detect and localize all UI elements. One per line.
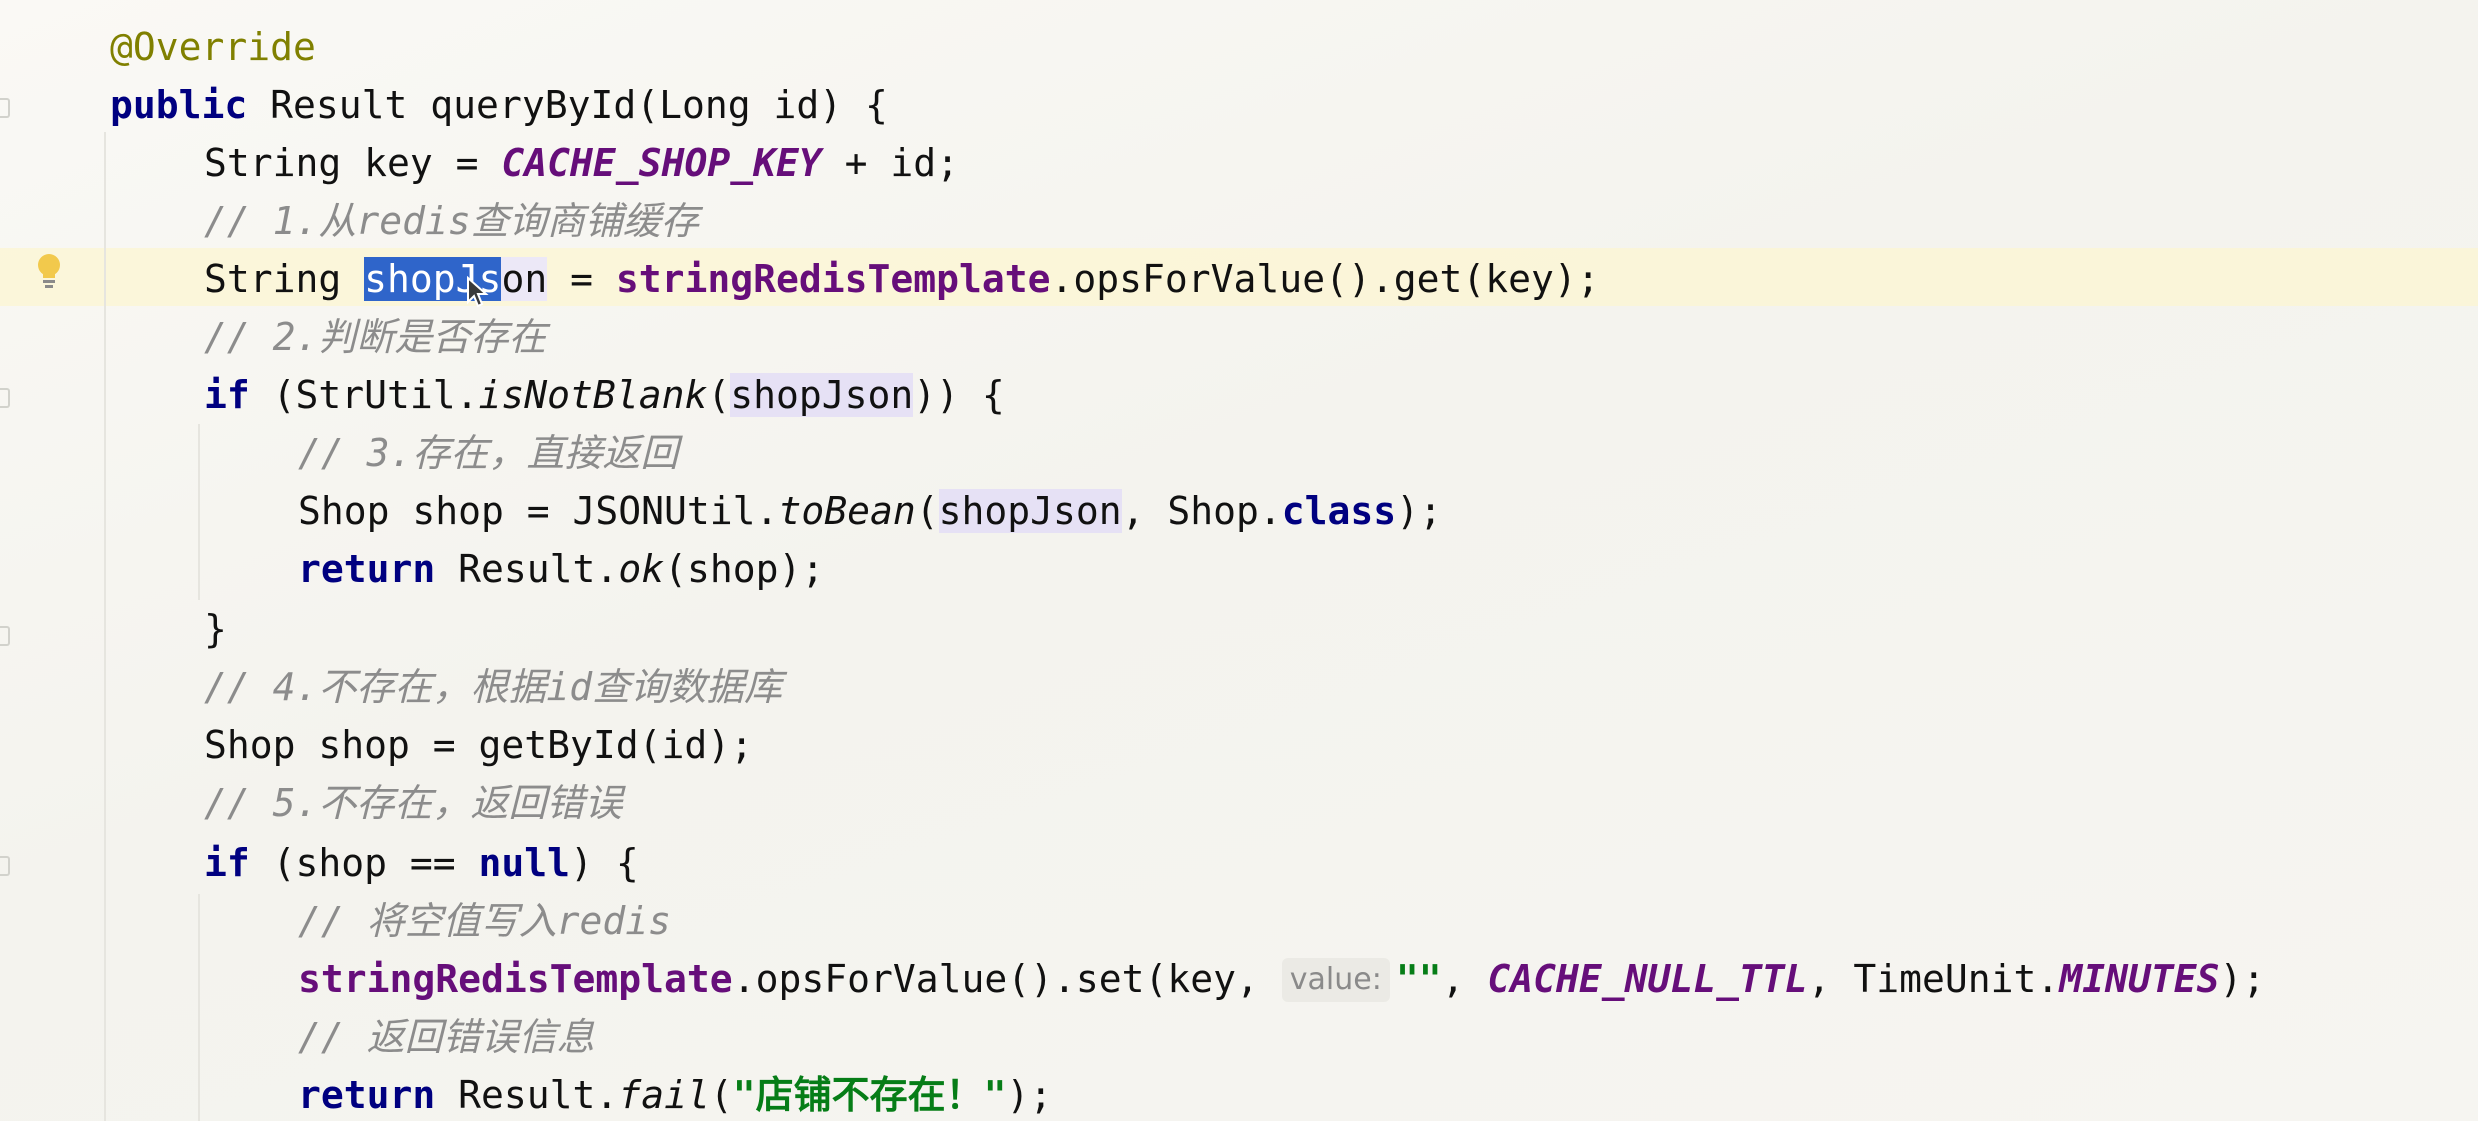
code-line-7[interactable]: if (StrUtil.isNotBlank(shopJson)) { xyxy=(204,366,1005,424)
comment-token: // 将空值写入redis xyxy=(298,899,672,943)
keyword-token: if xyxy=(204,841,250,885)
code-line-18[interactable]: // 返回错误信息 xyxy=(298,1008,595,1066)
indent-guide xyxy=(198,894,200,1121)
code-text: ( xyxy=(915,489,939,533)
code-text: Result. xyxy=(435,1073,619,1117)
comment-token: // 2.判断是否存在 xyxy=(204,315,547,359)
code-line-10[interactable]: return Result.ok(shop); xyxy=(298,540,824,598)
code-text: )) { xyxy=(913,373,1005,417)
keyword-token: public xyxy=(110,83,248,127)
fold-marker-icon[interactable] xyxy=(0,388,10,408)
code-line-9[interactable]: Shop shop = JSONUtil.toBean(shopJson, Sh… xyxy=(298,482,1442,540)
code-line-2[interactable]: public Result queryById(Long id) { xyxy=(110,76,888,134)
code-text: (shop == xyxy=(249,841,479,885)
code-line-16[interactable]: // 将空值写入redis xyxy=(298,892,671,950)
field-token: stringRedisTemplate xyxy=(615,257,1051,301)
code-line-19[interactable]: return Result.fail("店铺不存在！"); xyxy=(298,1066,1052,1121)
fold-marker-icon[interactable] xyxy=(0,626,10,646)
usage-highlight: shopJson xyxy=(938,489,1122,533)
code-text: ( xyxy=(709,1073,733,1117)
fold-marker-icon[interactable] xyxy=(0,98,10,118)
code-text: ); xyxy=(1006,1073,1053,1117)
constant-token: CACHE_NULL_TTL xyxy=(1487,957,1808,1001)
code-line-13[interactable]: Shop shop = getById(id); xyxy=(204,716,753,774)
indent-guide xyxy=(198,424,200,600)
code-line-6[interactable]: // 2.判断是否存在 xyxy=(204,308,546,366)
code-editor[interactable]: @Override public Result queryById(Long i… xyxy=(0,0,2478,1121)
code-line-14[interactable]: // 5.不存在，返回错误 xyxy=(204,774,622,832)
code-text: ) { xyxy=(570,841,639,885)
code-line-11[interactable]: } xyxy=(204,600,227,658)
code-text: , xyxy=(1441,957,1488,1001)
keyword-token: class xyxy=(1281,489,1397,533)
editor-gutter xyxy=(0,0,60,1121)
code-text: + id; xyxy=(821,141,959,185)
comment-token: // 4.不存在，根据id查询数据库 xyxy=(204,665,783,709)
constant-token: MINUTES xyxy=(2059,957,2220,1001)
code-text: ( xyxy=(707,373,731,417)
code-line-12[interactable]: // 4.不存在，根据id查询数据库 xyxy=(204,658,782,716)
code-text: Result queryById(Long id) { xyxy=(247,83,888,127)
code-line-1[interactable]: @Override xyxy=(110,18,316,76)
parameter-hint: value: xyxy=(1281,958,1390,1002)
comment-token: // 3.存在，直接返回 xyxy=(298,431,679,475)
string-token: "店铺不存在！" xyxy=(732,1073,1007,1117)
fold-marker-icon[interactable] xyxy=(0,856,10,876)
lightbulb-icon[interactable] xyxy=(34,252,64,292)
constant-token: CACHE_SHOP_KEY xyxy=(501,141,822,185)
indent-guide xyxy=(104,132,106,1121)
keyword-token: return xyxy=(298,547,436,591)
code-text: Result. xyxy=(435,547,619,591)
string-token: "" xyxy=(1395,957,1442,1001)
field-token: stringRedisTemplate xyxy=(298,957,733,1001)
static-method-token: fail xyxy=(618,1073,710,1117)
code-text: (StrUtil. xyxy=(249,373,479,417)
keyword-token: null xyxy=(478,841,571,885)
code-line-5[interactable]: String shopJson = stringRedisTemplate.op… xyxy=(204,250,1600,308)
comment-token: // 1.从redis查询商铺缓存 xyxy=(204,199,699,243)
code-line-3[interactable]: String key = CACHE_SHOP_KEY + id; xyxy=(204,134,959,192)
usage-highlight: shopJson xyxy=(730,373,914,417)
code-line-8[interactable]: // 3.存在，直接返回 xyxy=(298,424,678,482)
code-text: .opsForValue().set(key, xyxy=(732,957,1282,1001)
static-method-token: isNotBlank xyxy=(478,373,708,417)
code-text: , TimeUnit. xyxy=(1807,957,2060,1001)
code-line-17[interactable]: stringRedisTemplate.opsForValue().set(ke… xyxy=(298,950,2265,1008)
code-text: ); xyxy=(1396,489,1442,533)
code-line-15[interactable]: if (shop == null) { xyxy=(204,834,639,892)
code-text: .opsForValue().get(key); xyxy=(1050,257,1600,301)
code-text: Shop shop = JSONUtil. xyxy=(298,489,779,533)
comment-token: // 5.不存在，返回错误 xyxy=(204,781,623,825)
code-text: String key = xyxy=(204,141,502,185)
code-text: , Shop. xyxy=(1121,489,1282,533)
comment-token: // 返回错误信息 xyxy=(298,1015,595,1059)
static-method-token: toBean xyxy=(778,489,916,533)
code-line-4[interactable]: // 1.从redis查询商铺缓存 xyxy=(204,192,699,250)
mouse-pointer-icon xyxy=(467,276,489,308)
code-text: String xyxy=(204,257,365,301)
annotation-token: @Override xyxy=(110,25,316,69)
code-text: Shop shop = getById(id); xyxy=(204,723,754,767)
code-text: ); xyxy=(2219,957,2266,1001)
keyword-token: if xyxy=(204,373,250,417)
keyword-token: return xyxy=(298,1073,436,1117)
usage-highlight: on xyxy=(501,257,548,301)
static-method-token: ok xyxy=(618,547,665,591)
code-text: } xyxy=(204,607,227,651)
code-text: = xyxy=(547,257,616,301)
code-text: (shop); xyxy=(664,547,825,591)
